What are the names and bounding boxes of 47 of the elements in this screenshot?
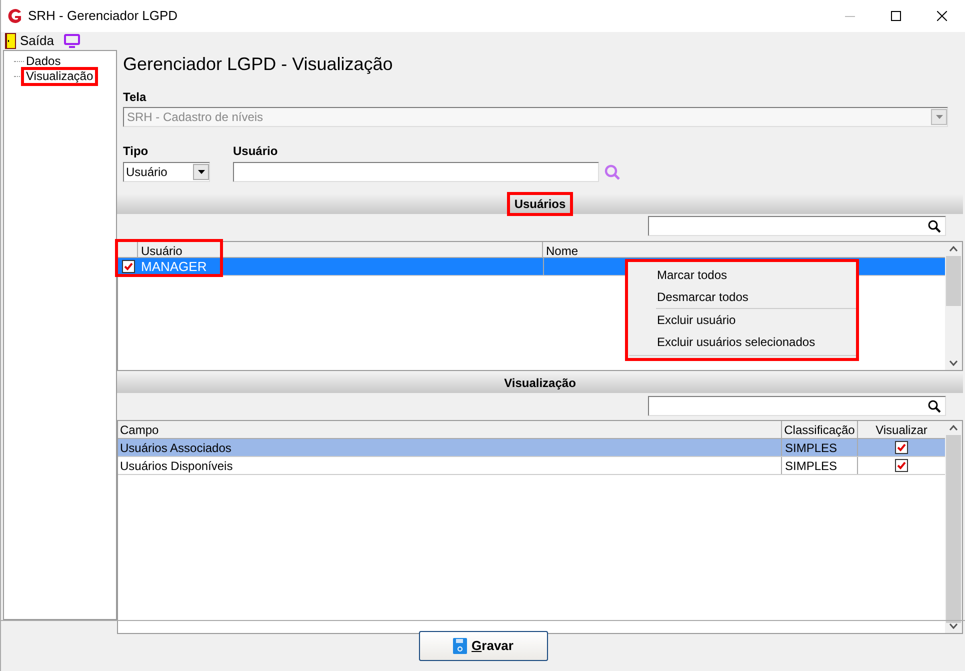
- table-cell: SIMPLES: [781, 457, 857, 474]
- tree-item[interactable]: Visualização: [24, 70, 96, 83]
- column-header[interactable]: Campo: [118, 420, 781, 438]
- field-label: Tela: [123, 89, 148, 106]
- chevron-up-icon[interactable]: [949, 425, 958, 431]
- checkbox[interactable]: [895, 441, 908, 454]
- search-icon: [928, 400, 941, 412]
- close-icon: [937, 11, 947, 21]
- monitor-button[interactable]: [64, 34, 80, 48]
- search-icon: [928, 220, 941, 232]
- column-header[interactable]: Usuário: [138, 242, 543, 257]
- field-label: Usuário: [233, 143, 279, 160]
- table-cell-text: Usuários Disponíveis: [119, 458, 234, 474]
- section-title: Visualização: [503, 375, 577, 392]
- scrollbar[interactable]: [945, 421, 962, 633]
- table-cell-text: Usuários Associados: [119, 440, 232, 456]
- maximize-icon: [891, 11, 901, 21]
- chevron-up-icon[interactable]: [949, 246, 958, 252]
- chevron-down-icon[interactable]: [949, 360, 958, 366]
- window-title: SRH - Gerenciador LGPD: [28, 7, 178, 26]
- table-cell-text: MANAGER: [140, 258, 208, 276]
- type-select[interactable]: Usuário: [123, 162, 210, 182]
- search-field[interactable]: [648, 396, 946, 416]
- scrollbar-thumb[interactable]: [946, 256, 961, 306]
- field-label: Tipo: [123, 143, 150, 160]
- menu-item[interactable]: Excluir usuários selecionados: [656, 331, 856, 353]
- search-icon[interactable]: [604, 164, 621, 180]
- section-title: Usuários: [510, 195, 570, 213]
- door-icon: [5, 33, 16, 49]
- checkbox[interactable]: [895, 459, 908, 472]
- user-input-field[interactable]: [233, 162, 599, 182]
- table-row[interactable]: Usuários Disponíveis SIMPLES: [118, 457, 945, 475]
- tree-item[interactable]: Dados: [24, 55, 63, 68]
- table-cell: SIMPLES: [781, 439, 857, 456]
- monitor-icon: [64, 34, 80, 48]
- table-row[interactable]: Usuários Associados SIMPLES: [118, 439, 945, 457]
- page-heading: Gerenciador LGPD - Visualização: [123, 53, 394, 76]
- scrollbar[interactable]: [945, 242, 962, 370]
- menu-item[interactable]: Excluir usuário: [656, 309, 856, 331]
- search-field[interactable]: [648, 216, 946, 236]
- column-header[interactable]: Nome: [543, 242, 945, 257]
- chevron-down-icon[interactable]: [949, 623, 958, 629]
- scrollbar-thumb[interactable]: [946, 435, 961, 623]
- menu-item[interactable]: Desmarcar todos: [628, 286, 856, 308]
- checkbox[interactable]: [122, 260, 134, 273]
- save-button[interactable]: Gravar: [418, 631, 548, 661]
- app-logo-icon: [7, 8, 23, 24]
